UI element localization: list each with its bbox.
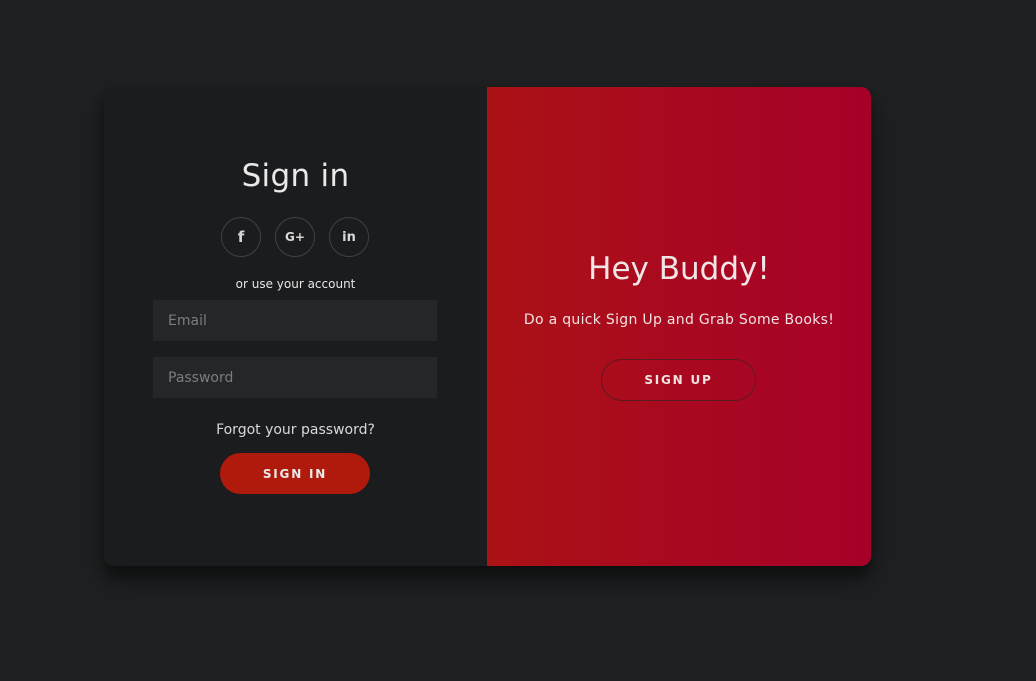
email-field[interactable] (153, 300, 437, 341)
sign-up-button[interactable]: SIGN UP (601, 359, 756, 401)
google-plus-icon: G+ (285, 230, 305, 244)
overlay-text: Do a quick Sign Up and Grab Some Books! (523, 312, 835, 328)
sign-in-button[interactable]: SIGN IN (220, 453, 370, 494)
signin-title: Sign in (241, 158, 350, 194)
signup-overlay-panel: Hey Buddy! Do a quick Sign Up and Grab S… (487, 87, 871, 566)
social-buttons: f G+ in (221, 217, 371, 257)
use-account-text: or use your account (235, 277, 356, 291)
linkedin-icon: in (342, 229, 356, 245)
password-field[interactable] (153, 357, 437, 398)
facebook-button[interactable]: f (221, 217, 261, 257)
signin-panel: Sign in f G+ in or use your account Forg… (104, 87, 487, 566)
linkedin-button[interactable]: in (329, 217, 369, 257)
overlay-title: Hey Buddy! (588, 251, 770, 287)
forgot-password-link[interactable]: Forgot your password? (104, 422, 487, 438)
google-plus-button[interactable]: G+ (275, 217, 315, 257)
auth-card: Sign in f G+ in or use your account Forg… (104, 87, 871, 566)
facebook-icon: f (237, 228, 245, 246)
